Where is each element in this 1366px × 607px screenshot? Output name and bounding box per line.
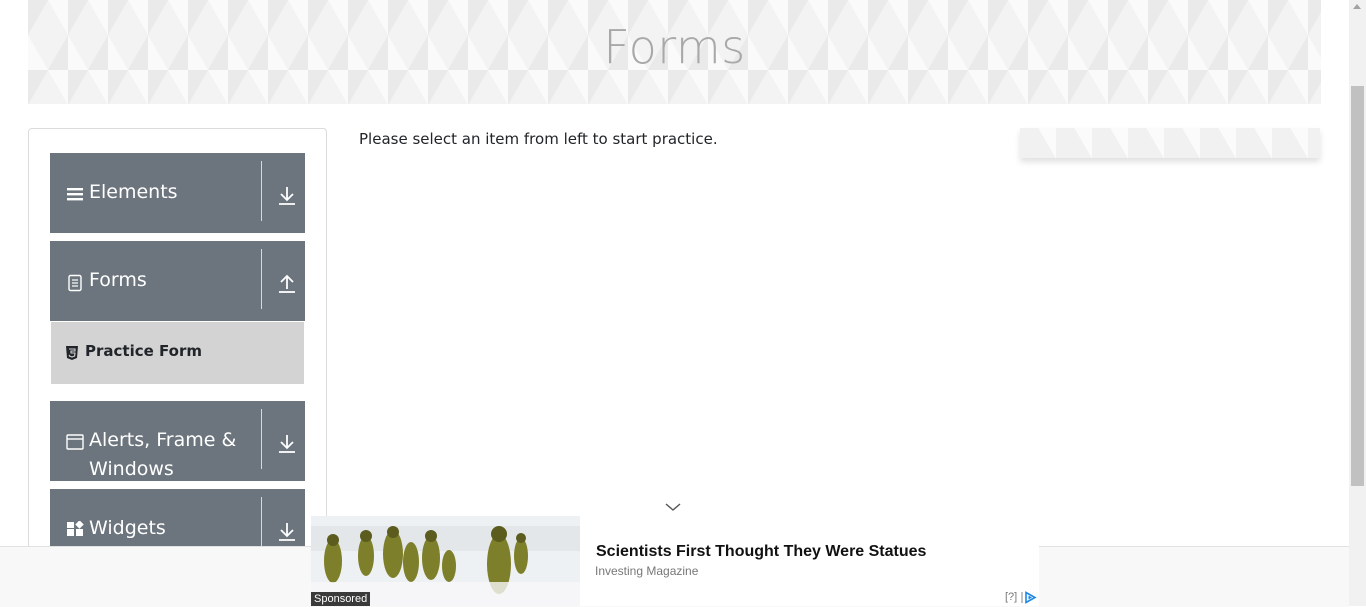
sidebar: Elements Forms Practice Form Alerts, Fra… (28, 128, 327, 558)
sidebar-group-label: Alerts, Frame & (89, 429, 237, 451)
ad-headline-link[interactable]: Scientists First Thought They Were Statu… (596, 543, 926, 561)
sidebar-item-practice-form[interactable]: Practice Form (51, 322, 304, 384)
widgets-icon (67, 521, 84, 536)
expand-arrow-icon[interactable] (276, 431, 298, 455)
right-ad-banner[interactable] (1020, 128, 1320, 158)
sponsored-label: Sponsored (311, 592, 371, 606)
page-header-banner: Forms (28, 0, 1321, 104)
scrollbar-thumb[interactable] (1351, 86, 1364, 486)
divider (261, 249, 262, 309)
chevron-down-icon[interactable] (664, 501, 682, 513)
sidebar-item-label: Practice Form (85, 342, 202, 360)
main-instruction-text: Please select an item from left to start… (359, 130, 718, 148)
ad-info-link[interactable]: [?] (1005, 591, 1017, 603)
sidebar-group-forms[interactable]: Forms (50, 241, 305, 321)
sidebar-group-label: Widgets (89, 517, 166, 539)
ad-source: Investing Magazine (595, 564, 699, 578)
html5-icon (66, 346, 78, 360)
sidebar-group-elements[interactable]: Elements (50, 153, 305, 233)
expand-arrow-icon[interactable] (276, 519, 298, 543)
vertical-scrollbar[interactable] (1349, 0, 1366, 606)
sidebar-group-label-line2: Windows (89, 458, 174, 480)
page-title: Forms (603, 20, 746, 74)
sponsored-ad[interactable]: Sponsored Scientists First Thought They … (311, 516, 1039, 606)
divider (261, 409, 262, 469)
hamburger-icon (67, 188, 83, 201)
document-icon (68, 274, 82, 292)
sidebar-group-alerts-frame-windows[interactable]: Alerts, Frame & Windows (50, 401, 305, 481)
divider (261, 161, 262, 221)
adchoices-icon[interactable] (1021, 591, 1037, 604)
collapse-arrow-icon[interactable] (276, 271, 298, 295)
scroll-up-arrow-icon[interactable] (1353, 4, 1361, 9)
sidebar-group-label: Elements (89, 181, 178, 203)
window-icon (66, 434, 84, 450)
sidebar-group-label: Forms (89, 269, 147, 291)
ad-image[interactable]: Sponsored (311, 516, 580, 606)
expand-arrow-icon[interactable] (276, 183, 298, 207)
